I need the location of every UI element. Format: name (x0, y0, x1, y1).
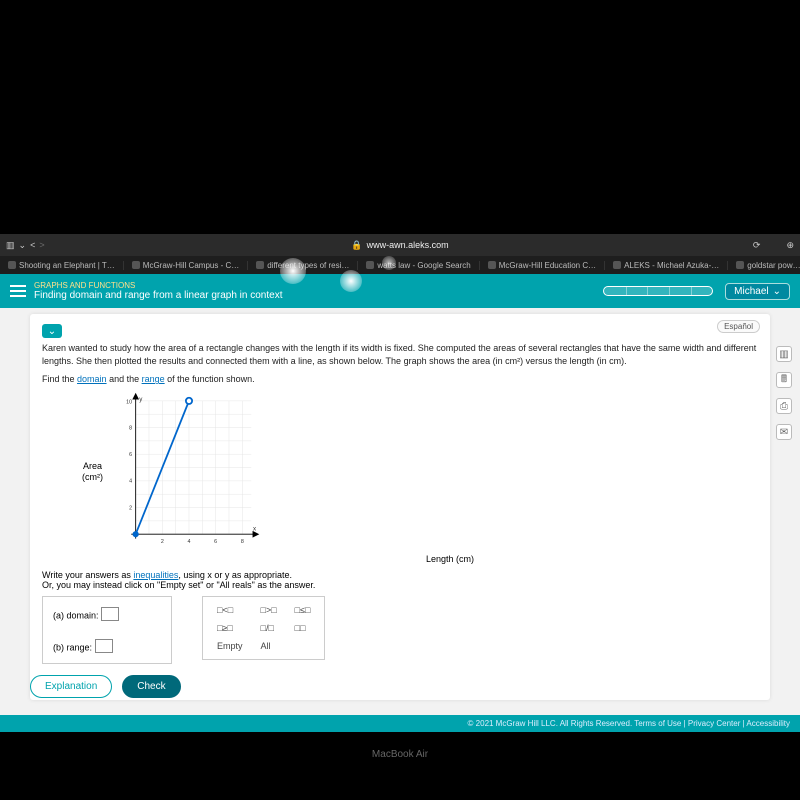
footer-copyright: © 2021 McGraw Hill LLC. All Rights Reser… (0, 715, 800, 732)
instructions: Write your answers as inequalities, usin… (42, 570, 758, 590)
symbol-palette: □<□ □>□ □≤□ □≥□ □/□ □□ Empty All (202, 596, 325, 660)
svg-text:8: 8 (129, 425, 132, 431)
sym-box[interactable]: □□ (295, 623, 311, 633)
sym-ge[interactable]: □≥□ (217, 623, 243, 633)
graph: 2 4 6 8 10 2 4 6 8 y x (109, 392, 269, 552)
sym-empty[interactable]: Empty (217, 641, 243, 651)
sym-all[interactable]: All (261, 641, 277, 651)
answer-box: (a) domain: (b) range: (42, 596, 172, 664)
side-toolbar: ▥ 🖩 ⎙ ✉ (776, 346, 792, 440)
aleks-header: GRAPHS AND FUNCTIONS Finding domain and … (0, 274, 800, 308)
collapse-toggle[interactable]: ⌄ (42, 324, 62, 338)
svg-text:4: 4 (188, 539, 191, 545)
range-label: (b) range: (53, 642, 92, 652)
tab-6[interactable]: goldstar pow… (728, 261, 800, 270)
dropdown-icon[interactable]: ⌄ (19, 240, 27, 251)
chevron-down-icon: ⌄ (773, 286, 781, 297)
tool-mail-icon[interactable]: ✉ (776, 424, 792, 440)
menu-icon[interactable] (10, 285, 26, 297)
tab-bar: Shooting an Elephant | T… McGraw-Hill Ca… (0, 256, 800, 274)
tab-1[interactable]: McGraw-Hill Campus - C… (124, 261, 248, 270)
page: GRAPHS AND FUNCTIONS Finding domain and … (0, 274, 800, 732)
x-axis-label: Length (cm) (142, 554, 758, 564)
back-icon[interactable]: < (30, 240, 35, 250)
domain-input[interactable] (101, 607, 119, 621)
svg-text:10: 10 (126, 399, 132, 405)
tab-0[interactable]: Shooting an Elephant | T… (0, 261, 124, 270)
category-label: GRAPHS AND FUNCTIONS (34, 281, 282, 290)
language-toggle[interactable]: Español (717, 320, 760, 333)
sym-lt[interactable]: □<□ (217, 605, 243, 615)
svg-text:4: 4 (129, 478, 132, 484)
svg-text:x: x (253, 525, 257, 532)
y-axis-label: Area (cm²) (82, 461, 103, 483)
topic-title: Finding domain and range from a linear g… (34, 290, 282, 301)
problem-text-1: Karen wanted to study how the area of a … (42, 342, 758, 367)
tab-5[interactable]: ALEKS - Michael Azuka-… (605, 261, 728, 270)
tool-calc-icon[interactable]: 🖩 (776, 372, 792, 388)
sym-frac[interactable]: □/□ (261, 623, 277, 633)
tab-4[interactable]: McGraw-Hill Education C… (480, 261, 605, 270)
svg-text:y: y (139, 396, 143, 403)
lock-icon: 🔒 (351, 240, 362, 251)
domain-link[interactable]: domain (77, 374, 107, 384)
sym-gt[interactable]: □>□ (261, 605, 277, 615)
tab-3[interactable]: watts law - Google Search (358, 261, 479, 270)
device-label: MacBook Air (0, 749, 800, 760)
svg-text:2: 2 (129, 505, 132, 511)
browser-toolbar: ▥ ⌄ < > 🔒 www-awn.aleks.com ⟳ ⊕ (0, 234, 800, 256)
url-text: www-awn.aleks.com (367, 240, 449, 250)
check-button[interactable]: Check (122, 675, 180, 698)
share-icon[interactable]: ⊕ (786, 240, 794, 251)
svg-text:8: 8 (241, 539, 244, 545)
svg-text:6: 6 (214, 539, 217, 545)
explanation-button[interactable]: Explanation (30, 675, 112, 698)
inequalities-link[interactable]: inequalities (133, 570, 178, 580)
sidebar-toggle-icon[interactable]: ▥ (6, 240, 15, 251)
svg-text:2: 2 (161, 539, 164, 545)
tool-ruler-icon[interactable]: ▥ (776, 346, 792, 362)
action-bar: Explanation Check (0, 667, 800, 706)
tool-print-icon[interactable]: ⎙ (776, 398, 792, 414)
forward-icon: > (39, 240, 44, 250)
reload-icon[interactable]: ⟳ (753, 240, 761, 251)
address-bar[interactable]: 🔒 www-awn.aleks.com (351, 240, 448, 251)
problem-panel: ⌄ Español Karen wanted to study how the … (30, 314, 770, 700)
problem-text-2: Find the domain and the range of the fun… (42, 373, 758, 386)
domain-label: (a) domain: (53, 610, 99, 620)
range-link[interactable]: range (142, 374, 165, 384)
range-input[interactable] (95, 639, 113, 653)
user-menu[interactable]: Michael⌄ (725, 283, 790, 300)
progress-bar (603, 286, 713, 296)
svg-text:6: 6 (129, 452, 132, 458)
sym-le[interactable]: □≤□ (295, 605, 311, 615)
